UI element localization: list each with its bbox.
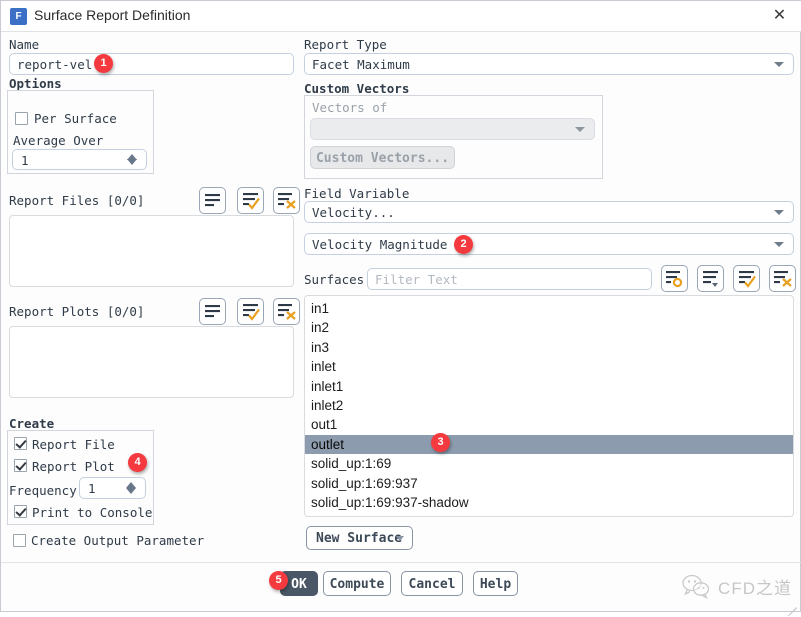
chevron-down-icon: [396, 536, 404, 541]
close-icon[interactable]: ✕: [757, 1, 801, 31]
field-variable-value: Velocity...: [312, 202, 786, 223]
report-type-value: Facet Maximum: [312, 54, 786, 75]
create-output-parameter-checkbox[interactable]: [13, 534, 26, 547]
surface-list-item[interactable]: solid_up:1:69:937-shadow: [305, 493, 793, 512]
step-badge-4: 4: [128, 453, 147, 472]
fluent-app-icon: F: [10, 8, 27, 25]
report-files-delete-icon[interactable]: [273, 187, 300, 214]
report-files-label: Report Files [0/0]: [9, 193, 144, 208]
report-file-label: Report File: [32, 437, 115, 452]
stepper-down-icon[interactable]: [127, 159, 137, 165]
average-over-stepper[interactable]: 1: [12, 149, 147, 170]
surfaces-delete-icon[interactable]: [769, 265, 796, 292]
vectors-of-select: [310, 118, 595, 140]
report-file-checkbox[interactable]: [14, 437, 27, 450]
surface-list-item[interactable]: solid_up:1:69: [305, 454, 793, 473]
cancel-button[interactable]: Cancel: [401, 571, 463, 596]
surface-list-item[interactable]: outlet: [305, 435, 793, 454]
report-plots-list-icon[interactable]: [199, 298, 226, 325]
vectors-of-label: Vectors of: [312, 100, 387, 115]
surface-list-item[interactable]: out1: [305, 415, 793, 434]
name-label: Name: [9, 37, 39, 52]
footer-divider: [1, 562, 801, 563]
step-badge-3: 3: [431, 433, 450, 452]
field-quantity-value: Velocity Magnitude: [312, 234, 786, 255]
report-plots-delete-icon[interactable]: [273, 298, 300, 325]
surface-list-item[interactable]: solid_up:1:69:937: [305, 474, 793, 493]
average-over-label: Average Over: [13, 133, 103, 148]
surfaces-filter-icon[interactable]: [697, 265, 724, 292]
report-type-label: Report Type: [304, 37, 387, 52]
surface-report-definition-dialog: F Surface Report Definition ✕ Name repor…: [0, 0, 801, 612]
help-button[interactable]: Help: [473, 571, 518, 596]
surfaces-label: Surfaces: [304, 272, 364, 287]
report-plots-list[interactable]: [9, 326, 294, 398]
surface-list-item[interactable]: in3: [305, 338, 793, 357]
create-output-parameter-label: Create Output Parameter: [31, 533, 204, 548]
surfaces-check-icon[interactable]: [733, 265, 760, 292]
options-group-label: Options: [9, 76, 62, 91]
print-to-console-checkbox[interactable]: [14, 505, 27, 518]
field-variable-select[interactable]: Velocity...: [304, 201, 794, 223]
average-over-value: 1: [21, 153, 29, 168]
watermark-text: CFD之道: [718, 574, 792, 599]
step-badge-5: 5: [269, 571, 288, 590]
chevron-down-icon: [774, 242, 784, 247]
new-surface-button[interactable]: New Surface: [306, 526, 413, 550]
window-title: Surface Report Definition: [34, 7, 190, 23]
frequency-label: Frequency: [9, 483, 77, 498]
surfaces-list[interactable]: in1in2in3inletinlet1inlet2out1outletsoli…: [304, 295, 794, 517]
surface-list-item[interactable]: inlet1: [305, 377, 793, 396]
print-to-console-label: Print to Console: [32, 505, 152, 520]
per-surface-checkbox[interactable]: [15, 112, 28, 125]
chevron-down-icon: [774, 62, 784, 67]
resize-grip[interactable]: [784, 595, 798, 609]
surfaces-select-icon[interactable]: [661, 265, 688, 292]
report-type-select[interactable]: Facet Maximum: [304, 53, 794, 75]
report-plot-checkbox[interactable]: [14, 459, 27, 472]
step-badge-2: 2: [454, 235, 473, 254]
per-surface-label: Per Surface: [34, 111, 117, 126]
surface-list-item[interactable]: in2: [305, 318, 793, 337]
chevron-down-icon: [575, 127, 585, 132]
surface-list-item[interactable]: in1: [305, 299, 793, 318]
frequency-stepper[interactable]: 1: [79, 477, 146, 499]
compute-button[interactable]: Compute: [323, 571, 391, 596]
report-files-check-icon[interactable]: [237, 187, 264, 214]
new-surface-button-label: New Surface: [316, 531, 402, 546]
title-bar: F Surface Report Definition ✕: [1, 1, 801, 32]
surfaces-filter-input[interactable]: Filter Text: [367, 268, 652, 290]
report-files-list[interactable]: [9, 215, 294, 287]
frequency-value: 1: [88, 481, 96, 496]
watermark: CFD之道: [681, 573, 792, 599]
frequency-stepper-down-icon[interactable]: [126, 488, 136, 494]
report-plots-label: Report Plots [0/0]: [9, 304, 144, 319]
field-quantity-select[interactable]: Velocity Magnitude: [304, 233, 794, 255]
custom-vectors-button: Custom Vectors...: [310, 146, 455, 169]
field-variable-label: Field Variable: [304, 186, 409, 201]
report-files-list-icon[interactable]: [199, 187, 226, 214]
report-plots-check-icon[interactable]: [237, 298, 264, 325]
surface-list-item[interactable]: inlet: [305, 357, 793, 376]
surface-list-item[interactable]: inlet2: [305, 396, 793, 415]
report-plot-label: Report Plot: [32, 459, 115, 474]
custom-vectors-group-label: Custom Vectors: [304, 81, 409, 96]
chevron-down-icon: [774, 210, 784, 215]
create-group-label: Create: [9, 416, 54, 431]
step-badge-1: 1: [94, 54, 113, 73]
wechat-icon: [681, 573, 711, 599]
name-input[interactable]: report-vel: [9, 53, 294, 75]
